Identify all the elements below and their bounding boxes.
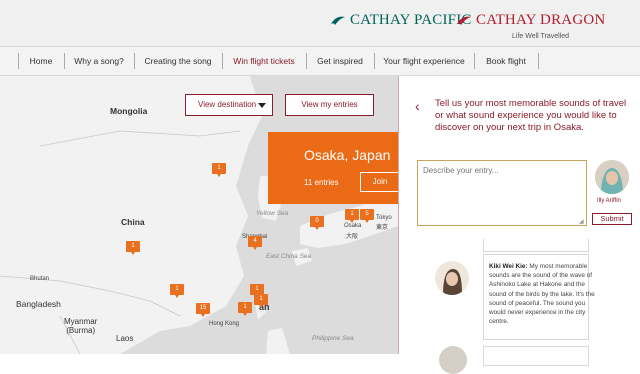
nav-item-home[interactable]: Home	[18, 47, 64, 75]
label-hong-kong: Hong Kong	[209, 321, 240, 327]
nav-item-creating-the-song[interactable]: Creating the song	[134, 47, 222, 75]
cathay-pacific-logo[interactable]: CATHAY PACIFIC	[330, 12, 472, 29]
next-commenter-avatar	[439, 346, 467, 374]
join-button[interactable]: Join	[360, 172, 398, 192]
comment-author: Kiki Wei Kie:	[489, 263, 528, 270]
map-marker[interactable]: 15	[196, 303, 210, 317]
map-marker[interactable]: 1	[212, 163, 226, 177]
nav-item-book-flight[interactable]: Book flight	[474, 47, 538, 75]
previous-comment-card	[483, 239, 589, 252]
label-tokyo-jp: 東京	[376, 225, 389, 231]
label-osaka: Osaka	[344, 223, 362, 229]
popup-title: Osaka, Japan	[304, 147, 391, 163]
nav-item-your-flight-experience[interactable]: Your flight experience	[374, 47, 474, 75]
nav-divider	[538, 53, 539, 69]
label-mongolia: Mongolia	[110, 106, 148, 116]
chevron-left-icon[interactable]: ‹	[415, 98, 420, 114]
next-comment-card	[483, 346, 589, 366]
comment-text: Kiki Wei Kie: My most memorable sounds a…	[489, 262, 599, 326]
comment-body: My most memorable sounds are the sound o…	[489, 263, 595, 326]
label-bangladesh: Bangladesh	[16, 299, 61, 309]
view-destination-dropdown[interactable]: View destination	[185, 94, 273, 116]
brand-name-dragon: CATHAY DRAGON	[476, 12, 606, 28]
label-myanmar: Myanmar (Burma)	[64, 317, 98, 335]
map-marker[interactable]: 1	[126, 241, 140, 255]
label-yellow-sea: Yellow Sea	[256, 210, 289, 217]
brushwing-icon	[457, 16, 471, 25]
commenter-avatar	[435, 261, 469, 295]
label-philippine-sea: Philippine Sea	[312, 335, 354, 342]
caret-down-icon	[258, 103, 266, 108]
label-osaka-jp: 大阪	[346, 234, 359, 240]
brushwing-icon	[331, 16, 345, 25]
label-tokyo: Tokyo	[376, 215, 392, 221]
user-avatar	[595, 160, 629, 194]
submit-button[interactable]: Submit	[592, 213, 632, 225]
map-marker[interactable]: 1	[238, 302, 252, 316]
cathay-dragon-logo[interactable]: CATHAY DRAGON	[456, 12, 605, 29]
resize-grip-icon[interactable]: ◢	[579, 218, 584, 225]
view-destination-label: View destination	[198, 100, 257, 109]
main-nav: Home Why a song? Creating the song Win f…	[0, 46, 640, 76]
map-marker[interactable]: 0	[310, 216, 324, 230]
nav-item-get-inspired[interactable]: Get inspired	[306, 47, 374, 75]
view-my-entries-button[interactable]: View my entries	[285, 94, 374, 116]
site-header: CATHAY PACIFIC CATHAY DRAGON Life Well T…	[0, 0, 640, 46]
label-laos: Laos	[116, 334, 134, 343]
destination-popup: Osaka, Japan 11 entries Join	[268, 132, 398, 204]
map-marker[interactable]: 4	[248, 236, 262, 250]
entry-input[interactable]	[417, 160, 587, 226]
map-marker[interactable]: 1	[170, 284, 184, 298]
nav-item-win-flight-tickets[interactable]: Win flight tickets	[222, 47, 306, 75]
label-bhutan: Bhutan	[30, 276, 50, 282]
nav-item-why-a-song[interactable]: Why a song?	[64, 47, 134, 75]
user-name: Illy Ariffin	[597, 198, 621, 204]
entry-prompt: Tell us your most memorable sounds of tr…	[435, 98, 627, 133]
commenter-avatar-image	[435, 261, 469, 295]
map-marker[interactable]: 1	[345, 209, 359, 223]
brand-name-pacific: CATHAY PACIFIC	[350, 12, 472, 28]
popup-entry-count[interactable]: 11 entries	[304, 178, 339, 187]
label-china: China	[121, 217, 145, 227]
tagline: Life Well Travelled	[512, 33, 570, 40]
user-avatar-image	[595, 160, 629, 194]
map-marker[interactable]: 5	[360, 209, 374, 223]
destination-map[interactable]: Mongolia China Bhutan Bangladesh Myanmar…	[0, 76, 398, 354]
label-east-china-sea: East China Sea	[266, 253, 312, 260]
entry-panel: ‹ Tell us your most memorable sounds of …	[398, 76, 640, 374]
map-marker[interactable]: 1	[254, 294, 268, 308]
